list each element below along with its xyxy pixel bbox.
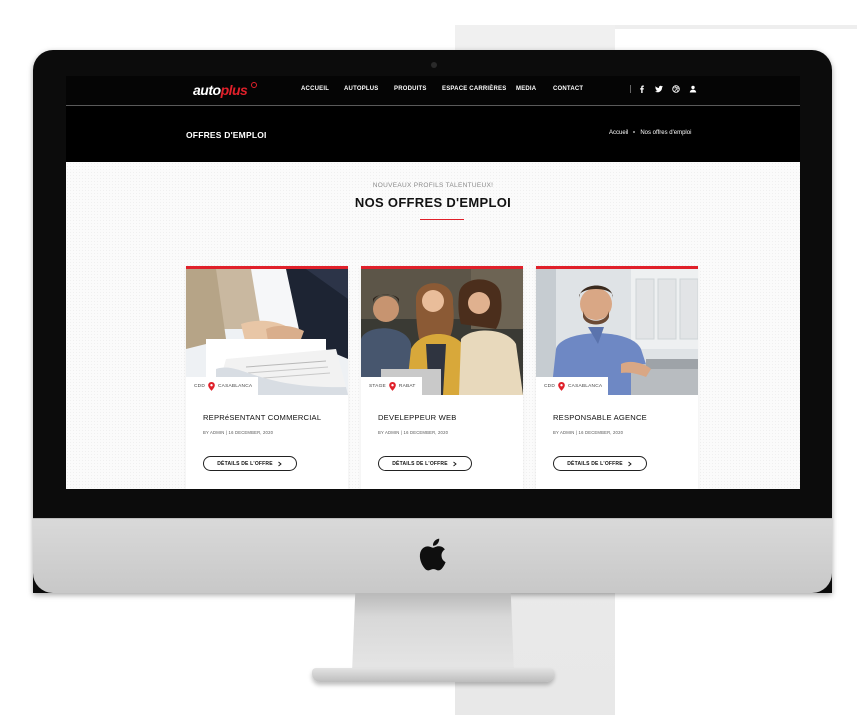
arrow-right-icon bbox=[627, 461, 632, 466]
job-city: CASABLANCA bbox=[568, 383, 603, 389]
logo-text-auto: auto bbox=[193, 82, 221, 98]
job-card: CDD CASABLANCA REPRéSENTANT COMMERCIAL B… bbox=[186, 266, 348, 489]
facebook-icon[interactable] bbox=[637, 84, 647, 94]
job-tag: STAGE RABAT bbox=[361, 377, 422, 395]
section-title: NOS OFFRES D'EMPLOI bbox=[354, 195, 512, 210]
logo-text-plus: plus bbox=[220, 82, 248, 98]
nav-divider bbox=[630, 85, 631, 93]
job-meta: BY ADMIN | 16 DECEMBER, 2020 bbox=[203, 430, 274, 435]
nav-item-espace-carrieres[interactable]: ESPACE CARRIÈRES bbox=[442, 86, 506, 92]
contract-type: CDD bbox=[544, 383, 555, 389]
job-title[interactable]: DEVELEPPEUR WEB bbox=[378, 413, 457, 422]
job-city: RABAT bbox=[398, 383, 416, 389]
monitor-stand-neck bbox=[352, 593, 514, 673]
breadcrumb-home[interactable]: Accueil bbox=[609, 130, 628, 136]
job-details-label: DÉTAILS DE L'OFFRE bbox=[392, 460, 448, 467]
location-pin-icon bbox=[558, 381, 565, 391]
top-navigation: autoplus ACCUEIL AUTOPLUS PRODUITS ESPAC… bbox=[66, 76, 800, 106]
website-screen: autoplus ACCUEIL AUTOPLUS PRODUITS ESPAC… bbox=[66, 76, 800, 489]
logo-mark-icon bbox=[251, 82, 257, 88]
background-strip-top bbox=[615, 25, 857, 29]
contract-type: STAGE bbox=[369, 383, 386, 389]
job-title[interactable]: RESPONSABLE AGENCE bbox=[553, 413, 647, 422]
job-details-label: DÉTAILS DE L'OFFRE bbox=[217, 460, 273, 467]
user-icon[interactable] bbox=[688, 84, 698, 94]
nav-item-contact[interactable]: CONTACT bbox=[553, 86, 583, 92]
breadcrumb: Accueil Nos offres d'emploi bbox=[609, 130, 691, 136]
nav-item-autoplus[interactable]: AUTOPLUS bbox=[344, 86, 379, 92]
job-title[interactable]: REPRéSENTANT COMMERCIAL bbox=[203, 413, 321, 422]
location-pin-icon bbox=[389, 381, 396, 391]
nav-item-media[interactable]: MEDIA bbox=[516, 86, 536, 92]
contract-type: CDD bbox=[194, 383, 205, 389]
twitter-icon[interactable] bbox=[654, 84, 664, 94]
job-details-button[interactable]: DÉTAILS DE L'OFFRE bbox=[553, 456, 647, 471]
device-mockup: autoplus ACCUEIL AUTOPLUS PRODUITS ESPAC… bbox=[0, 0, 857, 715]
location-pin-icon bbox=[208, 381, 215, 391]
arrow-right-icon bbox=[277, 461, 282, 466]
job-city: CASABLANCA bbox=[218, 383, 253, 389]
job-details-button[interactable]: DÉTAILS DE L'OFFRE bbox=[378, 456, 472, 471]
breadcrumb-separator bbox=[633, 130, 636, 133]
job-tag: CDD CASABLANCA bbox=[186, 377, 259, 395]
arrow-right-icon bbox=[452, 461, 457, 466]
breadcrumb-current: Nos offres d'emploi bbox=[640, 130, 692, 136]
dribbble-icon[interactable] bbox=[671, 84, 681, 94]
nav-item-accueil[interactable]: ACCUEIL bbox=[301, 86, 329, 92]
page-title: OFFRES D'EMPLOI bbox=[186, 130, 267, 140]
section-kicker: NOUVEAUX PROFILS TALENTUEUX! bbox=[372, 182, 494, 189]
job-card: CDD CASABLANCA RESPONSABLE AGENCE BY ADM… bbox=[536, 266, 698, 489]
nav-item-produits[interactable]: PRODUITS bbox=[394, 86, 427, 92]
job-details-label: DÉTAILS DE L'OFFRE bbox=[567, 460, 623, 467]
monitor-stand-base bbox=[312, 668, 554, 682]
title-underline bbox=[420, 219, 464, 220]
job-meta: BY ADMIN | 16 DECEMBER, 2020 bbox=[553, 430, 624, 435]
job-meta: BY ADMIN | 16 DECEMBER, 2020 bbox=[378, 430, 449, 435]
apple-logo-icon bbox=[419, 538, 446, 571]
camera-dot bbox=[431, 62, 437, 68]
job-tag: CDD CASABLANCA bbox=[536, 377, 609, 395]
job-details-button[interactable]: DÉTAILS DE L'OFFRE bbox=[203, 456, 297, 471]
job-card: STAGE RABAT DEVELEPPEUR WEB BY ADMIN | 1… bbox=[361, 266, 523, 489]
site-logo[interactable]: autoplus bbox=[193, 82, 248, 98]
